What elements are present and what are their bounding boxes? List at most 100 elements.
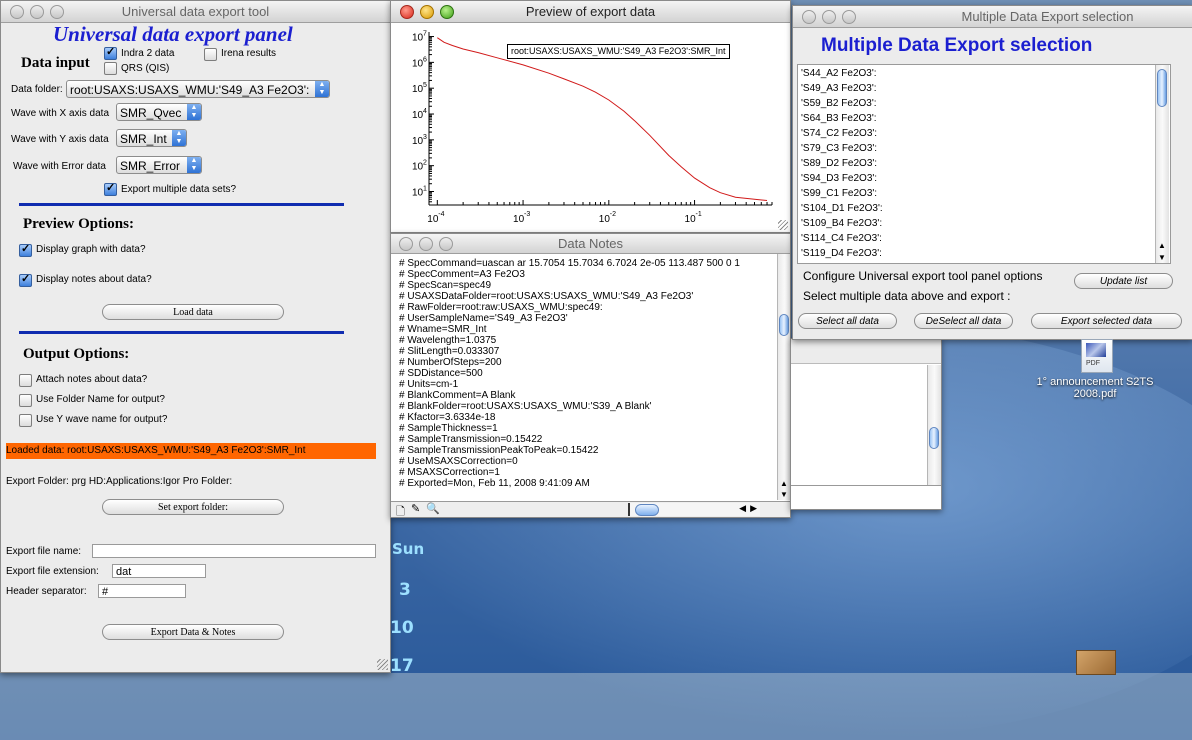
minimize-button[interactable] bbox=[419, 237, 433, 251]
close-button[interactable] bbox=[802, 10, 816, 24]
display-notes-checkbox[interactable] bbox=[19, 272, 32, 287]
y-tick-label: 10 bbox=[412, 58, 424, 69]
attach-notes-checkbox[interactable] bbox=[19, 374, 32, 387]
bg-vertical-scrollbar[interactable] bbox=[927, 365, 941, 485]
minimize-button[interactable] bbox=[822, 10, 836, 24]
y-tick-label: 10 bbox=[412, 84, 424, 95]
zoom-button[interactable] bbox=[439, 237, 453, 251]
scroll-thumb[interactable] bbox=[779, 314, 789, 336]
y-tick-exponent: 7 bbox=[423, 31, 427, 38]
scroll-down-arrow-icon[interactable]: ▼ bbox=[1158, 253, 1166, 262]
x-wave-popup[interactable]: SMR_Qvec ▲ ▼ bbox=[116, 103, 202, 121]
display-graph-checkbox[interactable] bbox=[19, 242, 32, 257]
pencil-icon[interactable]: ✎ bbox=[411, 502, 420, 515]
note-line: # SampleTransmissionPeakToPeak=0.15422 bbox=[399, 445, 599, 456]
chart-legend: root:USAXS:USAXS_WMU:'S49_A3 Fe2O3':SMR_… bbox=[507, 44, 730, 59]
export-file-name-input[interactable] bbox=[92, 544, 376, 558]
scroll-up-arrow-icon[interactable]: ▲ bbox=[1158, 241, 1166, 250]
note-line: # Wavelength=1.0375 bbox=[399, 335, 497, 346]
list-vertical-scrollbar[interactable]: ▲ ▼ bbox=[1155, 65, 1169, 263]
data-notes-titlebar[interactable]: Data Notes bbox=[391, 234, 790, 254]
note-line: # SpecComment=A3 Fe2O3 bbox=[399, 269, 525, 280]
list-item[interactable]: 'S99_C1 Fe2O3': bbox=[798, 186, 1155, 201]
data-set-list[interactable]: 'S44_A2 Fe2O3': 'S49_A3 Fe2O3': 'S59_B2 Fe… bbox=[797, 64, 1171, 264]
preview-titlebar[interactable]: Preview of export data bbox=[391, 1, 790, 23]
preview-options-label: Preview Options: bbox=[23, 216, 134, 232]
close-button[interactable] bbox=[400, 5, 414, 19]
close-button[interactable] bbox=[10, 5, 24, 19]
y-wave-label: Wave with Y axis data bbox=[11, 134, 109, 145]
pdf-file-label[interactable]: 1° announcement S2TS 2008.pdf bbox=[1030, 376, 1160, 400]
export-extension-input[interactable]: dat bbox=[112, 564, 206, 578]
scroll-thumb[interactable] bbox=[929, 427, 939, 449]
update-list-button[interactable]: Update list bbox=[1074, 273, 1173, 289]
export-selected-button[interactable]: Export selected data bbox=[1031, 313, 1182, 329]
pdf-file-icon[interactable]: PDF bbox=[1081, 339, 1113, 373]
deselect-all-button[interactable]: DeSelect all data bbox=[914, 313, 1013, 329]
use-y-label: Use Y wave name for output? bbox=[36, 414, 168, 425]
x-tick-exponent: -1 bbox=[696, 211, 702, 218]
y-wave-popup[interactable]: SMR_Int ▲ ▼ bbox=[116, 129, 187, 147]
error-wave-value: SMR_Error bbox=[120, 159, 181, 173]
minimize-button[interactable] bbox=[420, 5, 434, 19]
zoom-button[interactable] bbox=[440, 5, 454, 19]
irena-checkbox[interactable] bbox=[204, 48, 217, 61]
list-item[interactable]: 'S74_C2 Fe2O3': bbox=[798, 126, 1155, 141]
scroll-right-arrow-icon[interactable]: ▶ bbox=[750, 503, 757, 514]
use-folder-checkbox[interactable] bbox=[19, 394, 32, 407]
list-item[interactable]: 'S64_B3 Fe2O3': bbox=[798, 111, 1155, 126]
use-y-checkbox[interactable] bbox=[19, 414, 32, 427]
list-item[interactable]: 'S94_D3 Fe2O3': bbox=[798, 171, 1155, 186]
h-scroll-thumb[interactable] bbox=[635, 504, 659, 516]
error-wave-popup[interactable]: SMR_Error ▲ ▼ bbox=[116, 156, 202, 174]
scroll-left-arrow-icon[interactable]: ◀ bbox=[739, 503, 746, 514]
note-line: # UseMSAXSCorrection=0 bbox=[399, 456, 518, 467]
header-separator-input[interactable]: # bbox=[98, 584, 186, 598]
qrs-checkbox[interactable] bbox=[104, 62, 117, 75]
window-title: Universal data export tool bbox=[121, 4, 270, 19]
resize-grip-icon[interactable] bbox=[778, 220, 788, 230]
list-item[interactable]: 'S114_C4 Fe2O3': bbox=[798, 231, 1155, 246]
scroll-down-arrow-icon[interactable]: ▼ bbox=[780, 490, 788, 499]
export-panel-titlebar[interactable]: Universal data export tool bbox=[1, 1, 390, 23]
list-item[interactable]: 'S109_B4 Fe2O3': bbox=[798, 216, 1155, 231]
irena-label: Irena results bbox=[221, 48, 277, 59]
note-line: # SDDistance=500 bbox=[399, 368, 483, 379]
calendar-number: 3 bbox=[399, 580, 411, 600]
package-box-icon[interactable] bbox=[1076, 650, 1116, 675]
scroll-up-arrow-icon[interactable]: ▲ bbox=[780, 479, 788, 488]
notes-text-area[interactable]: # SpecCommand=uascan ar 15.7054 15.7034 … bbox=[399, 258, 774, 498]
export-data-notes-button[interactable]: Export Data & Notes bbox=[102, 624, 284, 640]
set-export-folder-button[interactable]: Set export folder: bbox=[102, 499, 284, 515]
list-item[interactable]: 'S89_D2 Fe2O3': bbox=[798, 156, 1155, 171]
list-item[interactable]: 'S119_D4 Fe2O3': bbox=[798, 246, 1155, 261]
note-line: # Exported=Mon, Feb 11, 2008 9:41:09 AM bbox=[399, 478, 590, 489]
scroll-thumb[interactable] bbox=[1157, 69, 1167, 107]
note-line: # SpecScan=spec49 bbox=[399, 280, 492, 291]
notes-vertical-scrollbar[interactable]: ▲ ▼ bbox=[777, 254, 790, 500]
multi-export-titlebar[interactable]: Multiple Data Export selection bbox=[793, 6, 1192, 28]
page-icon[interactable]: 🗋 bbox=[396, 503, 405, 517]
data-folder-popup[interactable]: root:USAXS:USAXS_WMU:'S49_A3 Fe2O3': ▲ ▼ bbox=[66, 80, 330, 98]
close-button[interactable] bbox=[399, 237, 413, 251]
indra-checkbox[interactable] bbox=[104, 45, 117, 60]
export-folder-text: Export Folder: prg HD:Applications:Igor … bbox=[6, 476, 233, 487]
note-line: # USAXSDataFolder=root:USAXS:USAXS_WMU:'… bbox=[399, 291, 694, 302]
minimize-button[interactable] bbox=[30, 5, 44, 19]
resize-grip-icon[interactable] bbox=[377, 659, 388, 670]
zoom-button[interactable] bbox=[842, 10, 856, 24]
attach-notes-label: Attach notes about data? bbox=[36, 374, 148, 385]
pdf-badge: PDF bbox=[1086, 360, 1100, 367]
list-item[interactable]: 'S49_A3 Fe2O3': bbox=[798, 81, 1155, 96]
load-data-button[interactable]: Load data bbox=[102, 304, 284, 320]
magnifier-icon[interactable]: 🔍 bbox=[426, 502, 440, 515]
list-item[interactable]: 'S59_B2 Fe2O3': bbox=[798, 96, 1155, 111]
list-item[interactable]: 'S79_C3 Fe2O3': bbox=[798, 141, 1155, 156]
export-multiple-checkbox[interactable] bbox=[104, 181, 117, 196]
list-item[interactable]: 'S44_A2 Fe2O3': bbox=[798, 66, 1155, 81]
popup-arrows-icon: ▲ ▼ bbox=[172, 130, 186, 146]
zoom-button[interactable] bbox=[50, 5, 64, 19]
select-all-button[interactable]: Select all data bbox=[798, 313, 897, 329]
notes-horizontal-scrollbar[interactable]: ◀ ▶ bbox=[628, 503, 760, 516]
list-item[interactable]: 'S104_D1 Fe2O3': bbox=[798, 201, 1155, 216]
